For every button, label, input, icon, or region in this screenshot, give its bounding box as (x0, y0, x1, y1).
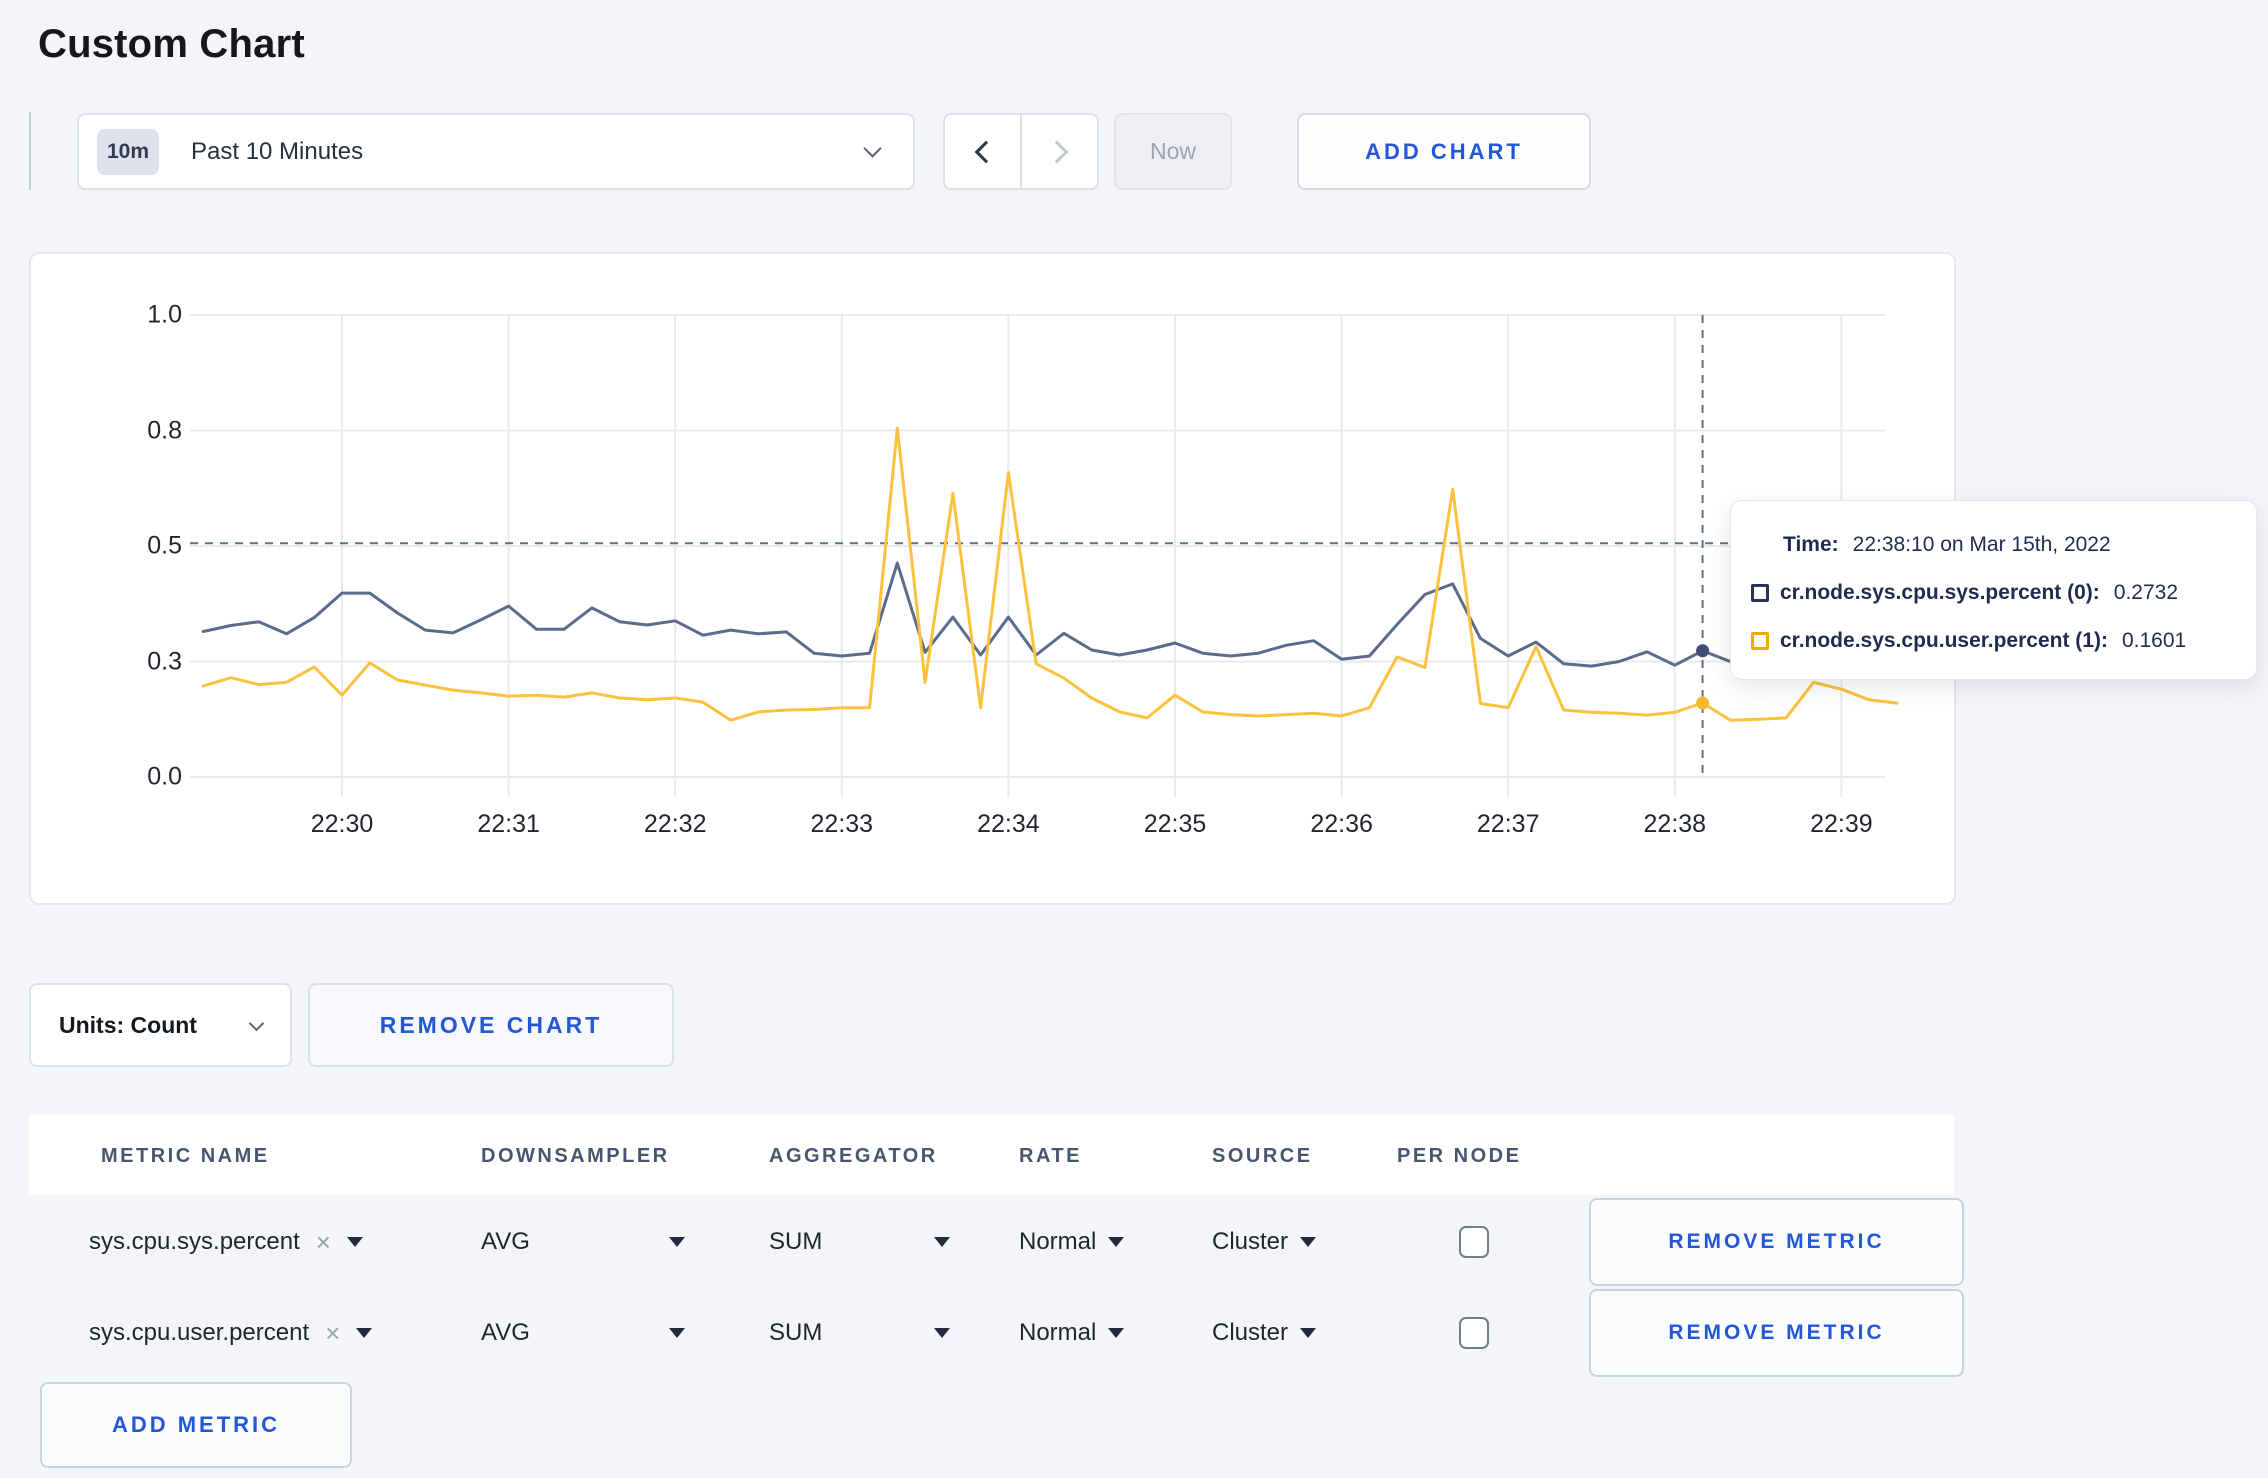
units-dropdown-label: Units: Count (59, 1011, 197, 1038)
metric-name-value: sys.cpu.user.percent (89, 1319, 310, 1346)
downsampler-dropdown[interactable]: AVG (481, 1198, 530, 1286)
dropdown-arrow-icon (1300, 1237, 1317, 1247)
dropdown-arrow-icon (934, 1328, 950, 1338)
prev-time-button[interactable] (945, 115, 1020, 188)
dropdown-arrow-icon (1108, 1328, 1125, 1338)
dropdown-arrow-icon (346, 1237, 363, 1247)
rate-value: Normal (1019, 1319, 1097, 1346)
series-swatch-icon (1751, 632, 1769, 650)
metric-name-value: sys.cpu.sys.percent (89, 1228, 300, 1255)
clear-metric-icon[interactable]: × (325, 1318, 340, 1349)
add-chart-button[interactable]: ADD CHART (1297, 113, 1591, 190)
time-nav-arrows (943, 113, 1099, 190)
table-header-aggregator: AGGREGATOR (769, 1145, 938, 1167)
dropdown-arrow-icon (669, 1237, 685, 1247)
tooltip-series-row: cr.node.sys.cpu.sys.percent (0): 0.2732 (1751, 580, 2240, 606)
rate-value: Normal (1019, 1228, 1097, 1255)
tooltip-time-value: 22:38:10 on Mar 15th, 2022 (1852, 533, 2111, 556)
add-metric-button[interactable]: ADD METRIC (40, 1382, 352, 1468)
rate-dropdown[interactable]: Normal (1019, 1198, 1125, 1286)
downsampler-value: AVG (481, 1228, 530, 1255)
metric-name-dropdown[interactable]: sys.cpu.sys.percent × (89, 1198, 363, 1286)
remove-metric-button[interactable]: REMOVE METRIC (1589, 1289, 1964, 1377)
chevron-down-icon (248, 1015, 265, 1031)
series-line-0 (201, 561, 1899, 668)
time-window-label: Past 10 Minutes (191, 137, 364, 165)
aggregator-arrow[interactable] (934, 1289, 950, 1377)
crosshair-dot-0 (1696, 644, 1710, 658)
source-value: Cluster (1212, 1319, 1289, 1346)
page-title: Custom Chart (38, 22, 305, 66)
downsampler-arrow[interactable] (669, 1198, 685, 1286)
dropdown-arrow-icon (356, 1328, 373, 1338)
time-window-selector[interactable]: 10m Past 10 Minutes (77, 113, 915, 190)
metric-table-row: sys.cpu.sys.percent × AVG SUM Normal Cluster R… (29, 1198, 1964, 1286)
table-header-source: SOURCE (1212, 1145, 1313, 1167)
chart-plot[interactable] (29, 252, 1956, 905)
table-header-rate: RATE (1019, 1145, 1082, 1167)
metrics-table-header: METRIC NAME DOWNSAMPLER AGGREGATOR RATE SOUR… (29, 1115, 1954, 1195)
dropdown-arrow-icon (669, 1328, 685, 1338)
now-button[interactable]: Now (1114, 113, 1232, 190)
chevron-right-icon (1045, 140, 1068, 163)
remove-metric-button[interactable]: REMOVE METRIC (1589, 1198, 1964, 1286)
table-header-metric-name: METRIC NAME (101, 1145, 270, 1167)
series-line-1 (201, 426, 1899, 722)
tooltip-time-label: Time: (1783, 533, 1839, 556)
crosshair-dot-1 (1696, 696, 1710, 710)
aggregator-arrow[interactable] (934, 1198, 950, 1286)
toolbar-divider (29, 112, 31, 190)
units-dropdown[interactable]: Units: Count (29, 983, 292, 1067)
metric-name-dropdown[interactable]: sys.cpu.user.percent × (89, 1289, 373, 1377)
table-header-downsampler: DOWNSAMPLER (481, 1145, 670, 1167)
aggregator-dropdown[interactable]: SUM (769, 1289, 822, 1377)
chart-tooltip: Time: 22:38:10 on Mar 15th, 2022 cr.node… (1730, 500, 2257, 680)
per-node-checkbox[interactable] (1459, 1226, 1489, 1258)
downsampler-dropdown[interactable]: AVG (481, 1289, 530, 1377)
source-dropdown[interactable]: Cluster (1212, 1289, 1317, 1377)
source-value: Cluster (1212, 1228, 1289, 1255)
metric-table-row: sys.cpu.user.percent × AVG SUM Normal Cluster… (29, 1289, 1964, 1377)
time-window-badge: 10m (97, 128, 159, 175)
table-header-per-node: PER NODE (1397, 1145, 1522, 1167)
dropdown-arrow-icon (934, 1237, 950, 1247)
aggregator-value: SUM (769, 1319, 823, 1346)
series-swatch-icon (1751, 584, 1769, 602)
tooltip-series-label: cr.node.sys.cpu.user.percent (1): (1780, 629, 2108, 652)
tooltip-series-value: 0.1601 (2121, 629, 2187, 652)
tooltip-series-value: 0.2732 (2113, 581, 2179, 604)
dropdown-arrow-icon (1300, 1328, 1317, 1338)
downsampler-arrow[interactable] (669, 1289, 685, 1377)
aggregator-value: SUM (769, 1228, 823, 1255)
per-node-checkbox[interactable] (1459, 1317, 1489, 1349)
chevron-down-icon (863, 139, 882, 158)
tooltip-series-label: cr.node.sys.cpu.sys.percent (0): (1780, 581, 2100, 604)
source-dropdown[interactable]: Cluster (1212, 1198, 1317, 1286)
downsampler-value: AVG (481, 1319, 530, 1346)
tooltip-series-row: cr.node.sys.cpu.user.percent (1): 0.1601 (1751, 628, 2240, 654)
chevron-left-icon (974, 140, 997, 163)
tooltip-time-row: Time: 22:38:10 on Mar 15th, 2022 (1783, 532, 2240, 558)
aggregator-dropdown[interactable]: SUM (769, 1198, 822, 1286)
dropdown-arrow-icon (1108, 1237, 1125, 1247)
next-time-button[interactable] (1020, 115, 1097, 188)
remove-chart-button[interactable]: REMOVE CHART (308, 983, 674, 1067)
rate-dropdown[interactable]: Normal (1019, 1289, 1125, 1377)
clear-metric-icon[interactable]: × (316, 1227, 331, 1258)
